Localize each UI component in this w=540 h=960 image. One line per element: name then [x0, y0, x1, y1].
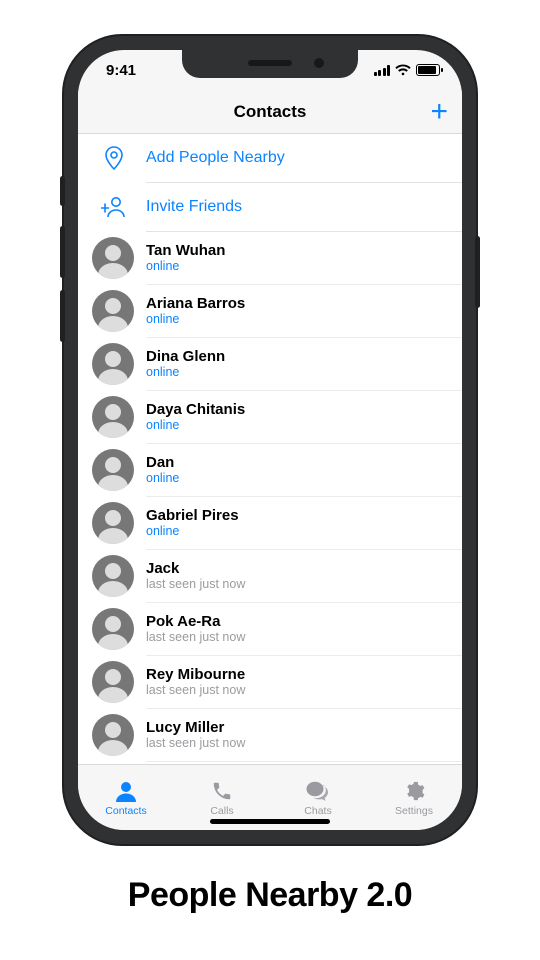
contact-row[interactable]: Tan Wuhanonline: [78, 232, 462, 284]
avatar: [92, 396, 134, 438]
contact-texts: Dina Glennonline: [146, 348, 225, 380]
contact-name: Pok Ae-Ra: [146, 613, 245, 631]
page-title: Contacts: [234, 102, 307, 122]
add-people-nearby-row[interactable]: Add People Nearby: [78, 134, 462, 182]
cellular-signal-icon: [374, 65, 391, 76]
invite-friends-icon: [92, 185, 136, 229]
tab-calls-label: Calls: [210, 805, 233, 817]
tab-settings[interactable]: Settings: [366, 765, 462, 830]
contact-status: online: [146, 365, 225, 380]
contact-row[interactable]: Lucy Millerlast seen just now: [78, 709, 462, 761]
chats-icon: [306, 779, 330, 803]
contact-texts: Daya Chitanisonline: [146, 401, 245, 433]
contact-status: last seen just now: [146, 577, 245, 592]
avatar: [92, 502, 134, 544]
add-people-nearby-label: Add People Nearby: [146, 149, 285, 167]
contact-status: online: [146, 524, 239, 539]
calls-icon: [211, 779, 233, 803]
contact-row[interactable]: Pok Ae-Ralast seen just now: [78, 603, 462, 655]
contact-status: online: [146, 312, 245, 327]
contact-row[interactable]: Rey Mibournelast seen just now: [78, 656, 462, 708]
tab-settings-label: Settings: [395, 805, 433, 817]
contact-name: Gabriel Pires: [146, 507, 239, 525]
avatar: [92, 555, 134, 597]
location-pin-icon: [92, 136, 136, 180]
contact-texts: Jacklast seen just now: [146, 560, 245, 592]
contact-texts: Tan Wuhanonline: [146, 242, 225, 274]
contact-row[interactable]: Gabriel Piresonline: [78, 497, 462, 549]
avatar: [92, 290, 134, 332]
contact-texts: Danonline: [146, 454, 179, 486]
contact-status: last seen just now: [146, 630, 245, 645]
contact-status: online: [146, 259, 225, 274]
contact-texts: Rey Mibournelast seen just now: [146, 666, 245, 698]
phone-frame: 9:41 Contacts +: [64, 36, 476, 844]
settings-icon: [403, 779, 425, 803]
contact-row[interactable]: Daya Chitanisonline: [78, 391, 462, 443]
invite-friends-row[interactable]: Invite Friends: [78, 183, 462, 231]
avatar: [92, 449, 134, 491]
contact-name: Dan: [146, 454, 179, 472]
contact-name: Tan Wuhan: [146, 242, 225, 260]
contact-row[interactable]: Dina Glennonline: [78, 338, 462, 390]
contact-texts: Gabriel Piresonline: [146, 507, 239, 539]
status-bar: 9:41: [78, 50, 462, 90]
tab-chats-label: Chats: [304, 805, 331, 817]
contact-row[interactable]: Ariana Barrosonline: [78, 285, 462, 337]
invite-friends-label: Invite Friends: [146, 198, 242, 216]
contact-status: online: [146, 418, 245, 433]
contact-texts: Pok Ae-Ralast seen just now: [146, 613, 245, 645]
hw-button-volume-up: [60, 226, 65, 278]
tab-contacts-label: Contacts: [105, 805, 146, 817]
contact-texts: Lucy Millerlast seen just now: [146, 719, 245, 751]
content-scroll[interactable]: Add People Nearby Invite Friends Tan Wuh…: [78, 134, 462, 764]
contact-status: last seen just now: [146, 683, 245, 698]
avatar: [92, 608, 134, 650]
status-time: 9:41: [106, 62, 136, 79]
contact-texts: Ariana Barrosonline: [146, 295, 245, 327]
contact-name: Dina Glenn: [146, 348, 225, 366]
contact-name: Daya Chitanis: [146, 401, 245, 419]
promo-caption: People Nearby 2.0: [128, 876, 412, 915]
home-indicator: [210, 819, 330, 824]
contact-name: Jack: [146, 560, 245, 578]
hw-button-volume-down: [60, 290, 65, 342]
contact-status: online: [146, 471, 179, 486]
contacts-icon: [114, 779, 138, 803]
contact-row[interactable]: Danonline: [78, 444, 462, 496]
battery-icon: [416, 64, 440, 76]
screen: 9:41 Contacts +: [78, 50, 462, 830]
tab-contacts[interactable]: Contacts: [78, 765, 174, 830]
contact-name: Lucy Miller: [146, 719, 245, 737]
avatar: [92, 343, 134, 385]
add-contact-button[interactable]: +: [430, 97, 448, 127]
avatar: [92, 714, 134, 756]
avatar: [92, 237, 134, 279]
hw-button-silence: [60, 176, 65, 206]
contacts-list: Tan WuhanonlineAriana BarrosonlineDina G…: [78, 232, 462, 764]
contact-name: Ariana Barros: [146, 295, 245, 313]
contact-row[interactable]: Jacklast seen just now: [78, 550, 462, 602]
hw-button-power: [475, 236, 480, 308]
wifi-icon: [395, 64, 411, 76]
avatar: [92, 661, 134, 703]
contact-name: Rey Mibourne: [146, 666, 245, 684]
contact-status: last seen just now: [146, 736, 245, 751]
navbar: Contacts +: [78, 90, 462, 134]
